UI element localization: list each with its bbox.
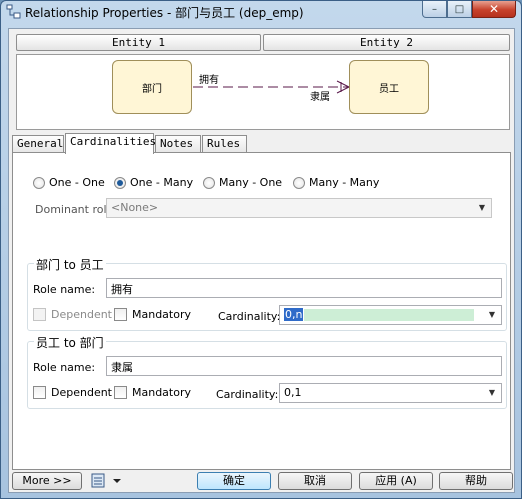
tab-notes[interactable]: Notes [155,135,201,153]
group-dept-to-emp: 部门 to 员工 Role name: 拥有 Dependent Mandato… [27,256,507,331]
group2-title: 员工 to 部门 [34,334,106,351]
minimize-button[interactable]: – [422,1,447,18]
cardinalities-panel: One - One One - Many Many - One Many - M… [12,152,511,470]
radio-circle-selected [114,176,126,189]
chevron-down-icon: ▼ [478,203,486,212]
entity1-header[interactable]: Entity 1 [16,34,261,51]
dominant-role-select[interactable]: <None> ▼ [106,198,492,218]
dependent-checkbox[interactable]: Dependent [33,386,112,399]
role-name-label: Role name: [33,361,96,374]
role-name-label: Role name: [33,283,96,296]
chevron-down-icon: ▼ [488,310,496,319]
group1-title: 部门 to 员工 [34,256,106,273]
minimize-icon: – [432,3,437,15]
chevron-down-icon: ▼ [488,388,496,397]
apply-button[interactable]: 应用 (A) [359,472,433,490]
ok-button[interactable]: 确定 [197,472,271,490]
relationship-diagram: 部门 员工 拥有 隶属 [16,54,510,130]
help-button[interactable]: 帮助 [439,472,513,490]
role-name-input[interactable]: 隶属 [106,356,502,376]
maximize-button[interactable]: □ [447,1,472,18]
mandatory-checkbox[interactable]: Mandatory [114,386,191,399]
dialog-client: Entity 1 Entity 2 部门 员工 拥有 隶属 General Ca… [8,28,515,493]
relationship-line [193,80,350,94]
cardinality-value: 0,1 [284,386,302,399]
radio-circle [33,176,45,189]
cardinality-value: 0,n [284,308,304,321]
cardinality-label: Cardinality: [218,310,281,323]
dependent-checkbox[interactable]: Dependent [33,308,112,321]
close-icon: ✕ [488,2,500,16]
radio-one-one[interactable]: One - One [33,176,105,189]
radio-many-one[interactable]: Many - One [203,176,282,189]
tab-general[interactable]: General [12,135,64,153]
cardinality-label: Cardinality: [216,388,279,401]
cardinality-select[interactable]: 0,1 ▼ [279,383,502,403]
entity2-header[interactable]: Entity 2 [263,34,510,51]
radio-one-many[interactable]: One - Many [114,176,193,189]
mandatory-checkbox[interactable]: Mandatory [114,308,191,321]
role2-label: 隶属 [310,92,330,103]
relationship-icon [6,4,21,19]
more-button[interactable]: More >> [12,472,82,490]
cancel-button[interactable]: 取消 [278,472,352,490]
role1-label: 拥有 [199,75,219,86]
dominant-role-label: Dominant role: [35,203,118,216]
layout-menu-button[interactable] [91,472,127,490]
tab-cardinalities[interactable]: Cardinalities [65,133,156,154]
radio-circle [203,176,215,189]
properties-menu-icon [91,473,121,488]
radio-dot-icon [117,179,123,186]
maximize-icon: □ [454,3,465,15]
radio-many-many[interactable]: Many - Many [293,176,379,189]
group-emp-to-dept: 员工 to 部门 Role name: 隶属 Dependent Mandato… [27,334,507,409]
cardinality-select[interactable]: 0,n ▼ [279,305,502,325]
tab-rules[interactable]: Rules [202,135,247,153]
role-name-input[interactable]: 拥有 [106,278,502,298]
window-title: Relationship Properties - 部门与员工 (dep_emp… [25,6,304,20]
close-button[interactable]: ✕ [472,1,516,18]
title-bar[interactable]: Relationship Properties - 部门与员工 (dep_emp… [1,1,521,23]
radio-circle [293,176,305,189]
dialog-window: Relationship Properties - 部门与员工 (dep_emp… [0,0,522,499]
